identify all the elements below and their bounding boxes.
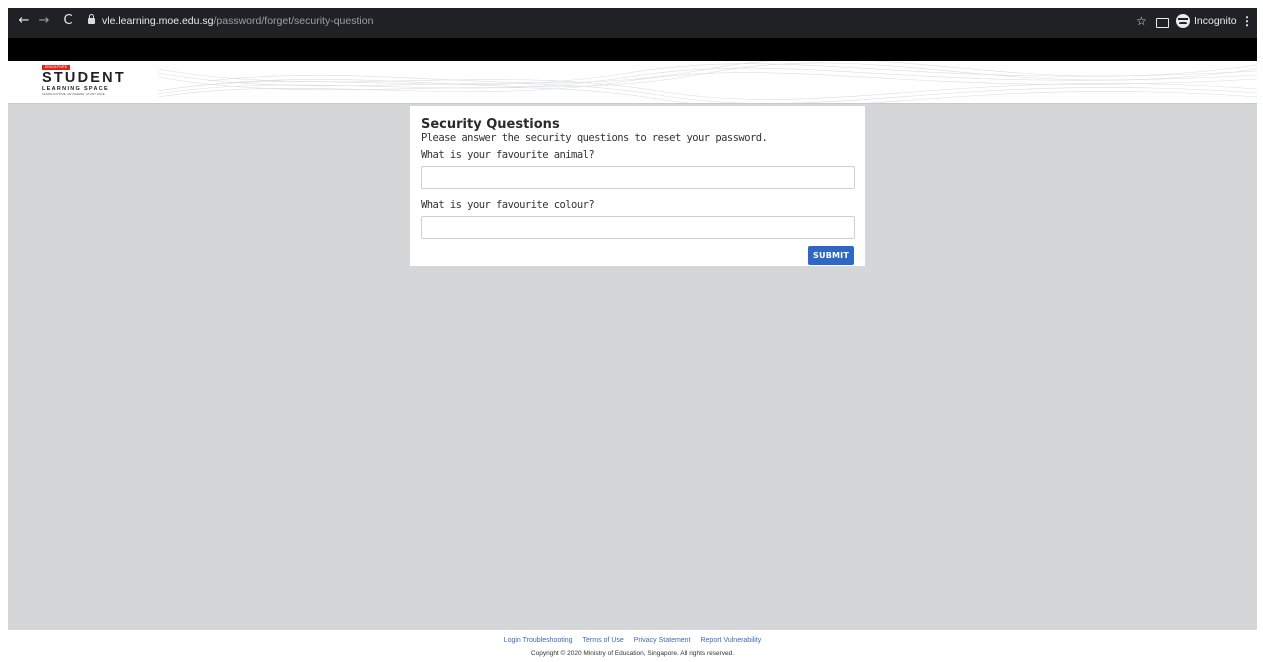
favourite-animal-input[interactable] — [421, 166, 855, 189]
question-2-label: What is your favourite colour? — [421, 199, 595, 211]
logo-tagline: LEARN ANYTIME, ANYWHERE, AT ANY PACE — [42, 92, 105, 96]
back-arrow-icon[interactable]: ← — [16, 13, 32, 29]
header-wave-pattern — [157, 61, 1257, 103]
address-bar[interactable]: vle.learning.moe.edu.sg/password/forget/… — [86, 13, 1106, 30]
submit-row: SUBMIT — [421, 245, 854, 265]
security-questions-card: Security Questions Please answer the sec… — [410, 106, 865, 266]
copyright-text: Copyright © 2020 Ministry of Education, … — [530, 650, 735, 657]
question-1-label: What is your favourite animal? — [421, 149, 595, 161]
url-host: vle.learning.moe.edu.sg — [102, 15, 214, 27]
url-path: /password/forget/security-question — [213, 15, 374, 27]
page-title: Security Questions — [421, 117, 560, 132]
site-footer: Login Troubleshooting Terms of Use Priva… — [8, 630, 1257, 662]
reload-icon[interactable]: C — [60, 13, 76, 29]
submit-button[interactable]: SUBMIT — [808, 246, 854, 265]
kebab-menu-icon[interactable]: ⋮ — [1241, 14, 1253, 28]
forward-arrow-icon[interactable]: → — [36, 13, 52, 29]
favourite-colour-input[interactable] — [421, 216, 855, 239]
instructions-text: Please answer the security questions to … — [421, 132, 768, 144]
privacy-statement-link[interactable]: Privacy Statement — [634, 637, 691, 644]
star-icon[interactable]: ☆ — [1136, 14, 1147, 28]
lock-icon[interactable] — [88, 14, 95, 24]
logo-wordmark: STUDENT — [42, 70, 126, 86]
terms-of-use-link[interactable]: Terms of Use — [583, 637, 624, 644]
student-learning-space-logo[interactable]: SINGAPORE STUDENT LEARNING SPACE LEARN A… — [42, 65, 132, 99]
browser-window: ← → C vle.learning.moe.edu.sg/password/f… — [8, 8, 1257, 662]
site-header: SINGAPORE STUDENT LEARNING SPACE LEARN A… — [8, 61, 1257, 104]
browser-bookmark-strip — [8, 38, 1257, 61]
footer-links: Login Troubleshooting Terms of Use Priva… — [8, 636, 1257, 645]
incognito-label[interactable]: Incognito — [1194, 15, 1237, 28]
incognito-icon[interactable] — [1176, 14, 1190, 28]
cast-icon[interactable] — [1156, 18, 1169, 28]
report-vulnerability-link[interactable]: Report Vulnerability — [700, 637, 761, 644]
browser-toolbar: ← → C vle.learning.moe.edu.sg/password/f… — [8, 8, 1257, 38]
login-troubleshooting-link[interactable]: Login Troubleshooting — [504, 637, 573, 644]
